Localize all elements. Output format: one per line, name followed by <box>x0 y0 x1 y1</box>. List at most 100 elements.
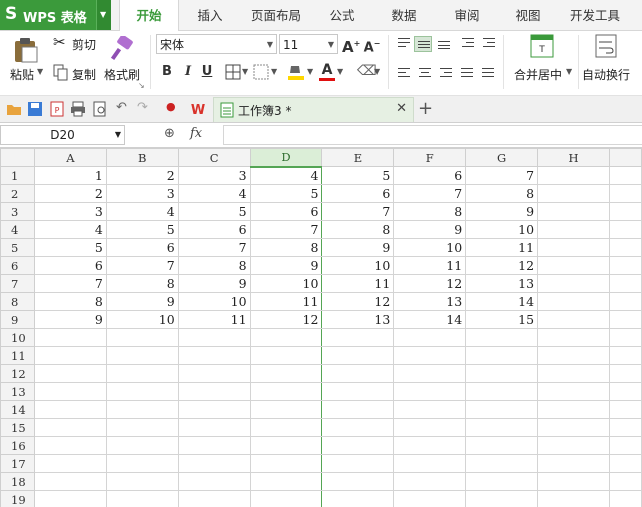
redo-icon[interactable]: ↷ <box>137 100 153 116</box>
column-header-d[interactable]: D <box>249 148 323 168</box>
row-header[interactable]: 1 <box>0 166 35 185</box>
cell[interactable] <box>393 400 467 419</box>
decrease-indent-icon[interactable] <box>459 35 477 51</box>
cell[interactable] <box>537 328 610 347</box>
cell[interactable]: 8 <box>105 274 179 293</box>
cell[interactable] <box>33 418 107 437</box>
cell[interactable] <box>608 274 642 293</box>
cell[interactable]: 13 <box>321 310 395 329</box>
cell[interactable] <box>177 346 251 365</box>
cell[interactable] <box>321 364 395 383</box>
cell[interactable] <box>393 454 467 473</box>
cell[interactable]: 7 <box>33 274 107 293</box>
chevron-down-icon[interactable]: ▼ <box>566 67 572 76</box>
cell[interactable] <box>465 490 539 507</box>
cell[interactable] <box>393 472 467 491</box>
cell[interactable] <box>177 436 251 455</box>
cell[interactable]: 11 <box>321 274 395 293</box>
cell[interactable] <box>465 382 539 401</box>
cell[interactable]: 13 <box>465 274 539 293</box>
cell[interactable]: 6 <box>177 220 251 239</box>
cell[interactable]: 7 <box>105 256 179 275</box>
copy-button[interactable]: 复制 <box>72 66 96 83</box>
cell[interactable]: 6 <box>393 166 467 185</box>
cell[interactable] <box>393 382 467 401</box>
cell[interactable] <box>608 382 642 401</box>
cell[interactable] <box>321 346 395 365</box>
cell[interactable]: 11 <box>177 310 251 329</box>
cell[interactable]: 13 <box>393 292 467 311</box>
cell[interactable] <box>537 310 610 329</box>
cell[interactable]: 10 <box>177 292 251 311</box>
align-center-icon[interactable] <box>416 65 434 81</box>
cell[interactable] <box>177 382 251 401</box>
cell[interactable] <box>177 418 251 437</box>
paste-icon[interactable] <box>13 36 39 64</box>
formula-input[interactable] <box>223 125 642 145</box>
chevron-down-icon[interactable]: ▼ <box>374 67 380 76</box>
merge-center-icon[interactable]: T <box>530 34 554 58</box>
cell[interactable]: 7 <box>177 238 251 257</box>
cell[interactable] <box>537 472 610 491</box>
cell[interactable] <box>33 436 107 455</box>
cell[interactable]: 9 <box>249 256 323 275</box>
cell[interactable]: 4 <box>105 202 179 221</box>
cell[interactable]: 6 <box>249 202 323 221</box>
cell[interactable] <box>608 256 642 275</box>
cell[interactable]: 8 <box>177 256 251 275</box>
chevron-down-icon[interactable]: ▼ <box>337 67 343 76</box>
cell[interactable] <box>249 400 323 419</box>
tab-formulas[interactable]: 公式 <box>320 0 364 30</box>
cell[interactable]: 5 <box>321 166 395 185</box>
cell[interactable] <box>465 418 539 437</box>
row-header[interactable]: 16 <box>0 436 35 455</box>
zoom-formula-icon[interactable]: ⊕ <box>164 126 175 141</box>
cell[interactable]: 9 <box>321 238 395 257</box>
row-header[interactable]: 2 <box>0 184 35 203</box>
cell[interactable]: 1 <box>33 166 107 185</box>
cell[interactable]: 9 <box>177 274 251 293</box>
cell[interactable]: 11 <box>393 256 467 275</box>
column-header-f[interactable]: F <box>393 148 467 167</box>
cell[interactable]: 5 <box>33 238 107 257</box>
cell[interactable] <box>465 454 539 473</box>
chevron-down-icon[interactable]: ▼ <box>307 67 313 76</box>
cell[interactable] <box>608 472 642 491</box>
cell[interactable]: 10 <box>105 310 179 329</box>
row-header[interactable]: 11 <box>0 346 35 365</box>
export-pdf-icon[interactable]: P <box>49 101 65 117</box>
merge-center-button[interactable]: 合并居中 <box>514 66 562 83</box>
cell[interactable]: 9 <box>393 220 467 239</box>
wps-home-icon[interactable]: W <box>190 101 206 117</box>
name-box[interactable]: D20 ▼ <box>0 125 125 145</box>
cell[interactable] <box>608 454 642 473</box>
tab-document[interactable]: 工作簿3 * ✕ <box>213 97 414 122</box>
cell[interactable] <box>177 400 251 419</box>
align-bottom-icon[interactable] <box>435 35 453 51</box>
customize-toolbar-icon[interactable]: ● <box>166 100 182 116</box>
cell[interactable]: 8 <box>393 202 467 221</box>
cell[interactable] <box>393 328 467 347</box>
row-header[interactable]: 14 <box>0 400 35 419</box>
row-header[interactable]: 10 <box>0 328 35 347</box>
cell[interactable]: 7 <box>393 184 467 203</box>
cell[interactable] <box>33 346 107 365</box>
row-header[interactable]: 5 <box>0 238 35 257</box>
cell[interactable] <box>608 166 642 185</box>
cell[interactable] <box>465 436 539 455</box>
cell[interactable] <box>608 418 642 437</box>
tab-data[interactable]: 数据 <box>380 0 428 30</box>
increase-indent-icon[interactable] <box>480 35 498 51</box>
wrap-text-icon[interactable] <box>595 34 617 58</box>
fill-color-icon[interactable] <box>287 63 305 82</box>
cell[interactable]: 5 <box>177 202 251 221</box>
row-header[interactable]: 9 <box>0 310 35 329</box>
cell[interactable] <box>393 490 467 507</box>
cell[interactable] <box>321 400 395 419</box>
cell[interactable]: 9 <box>33 310 107 329</box>
cell[interactable]: 10 <box>465 220 539 239</box>
app-menu-button[interactable]: S WPS 表格 ▼ <box>0 0 111 30</box>
align-middle-icon[interactable] <box>414 36 432 52</box>
cell[interactable]: 2 <box>105 166 179 185</box>
cell[interactable] <box>249 364 323 383</box>
